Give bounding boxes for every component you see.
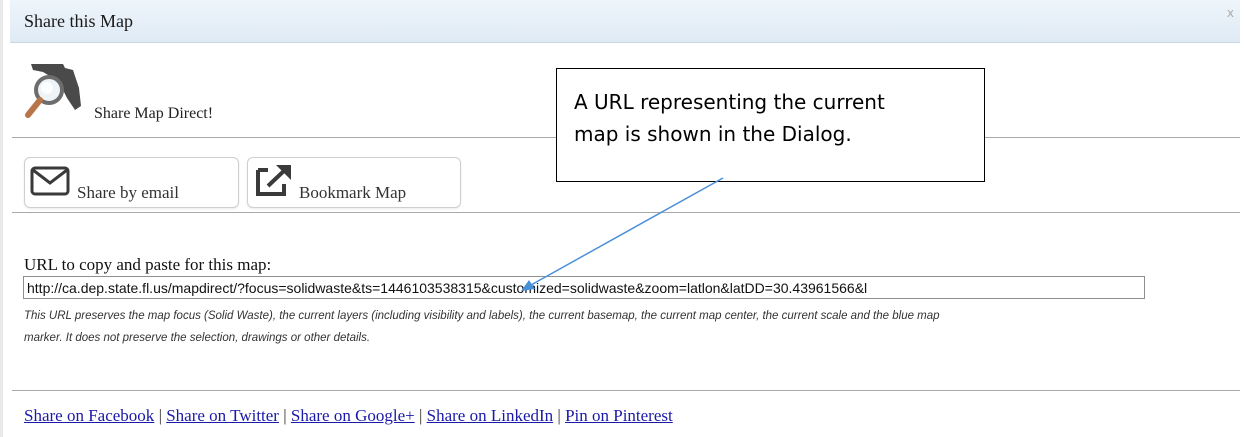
bookmark-map-label: Bookmark Map — [299, 183, 407, 202]
url-label: URL to copy and paste for this map: — [24, 255, 272, 274]
share-map-direct-heading: Share Map Direct! — [94, 105, 214, 122]
callout-line: map is shown in the Dialog. — [574, 122, 852, 146]
envelope-icon — [30, 166, 70, 196]
share-by-email-button[interactable]: Share by email — [24, 157, 239, 208]
share-by-email-label: Share by email — [77, 183, 179, 202]
separator: | — [278, 406, 291, 425]
divider — [12, 390, 1240, 391]
share-facebook-link[interactable]: Share on Facebook — [24, 406, 154, 425]
florida-map-magnifier-icon — [25, 64, 81, 118]
window-left-edge — [0, 0, 3, 437]
dialog-titlebar: Share this Map x — [10, 0, 1240, 43]
annotation-arrow — [521, 177, 724, 291]
annotation-callout: A URL representing the current map is sh… — [556, 68, 985, 182]
pin-pinterest-link[interactable]: Pin on Pinterest — [565, 406, 673, 425]
share-twitter-link[interactable]: Share on Twitter — [166, 406, 279, 425]
note-line: This URL preserves the map focus (Solid … — [24, 310, 940, 322]
external-link-icon — [256, 165, 291, 196]
separator: | — [553, 406, 566, 425]
share-google-link[interactable]: Share on Google+ — [291, 406, 415, 425]
separator: | — [154, 406, 167, 425]
note-line: marker. It does not preserve the selecti… — [24, 332, 371, 344]
map-url-field[interactable] — [23, 276, 1145, 299]
separator: | — [414, 406, 427, 425]
divider — [12, 212, 1240, 213]
dialog-title: Share this Map — [24, 11, 133, 31]
share-linkedin-link[interactable]: Share on LinkedIn — [427, 406, 554, 425]
callout-line: A URL representing the current — [574, 90, 885, 114]
url-explanation-note: This URL preserves the map focus (Solid … — [24, 305, 1239, 349]
social-share-links: Share on Facebook | Share on Twitter | S… — [24, 406, 673, 426]
bookmark-map-button[interactable]: Bookmark Map — [247, 157, 461, 208]
close-icon[interactable]: x — [1227, 6, 1234, 20]
